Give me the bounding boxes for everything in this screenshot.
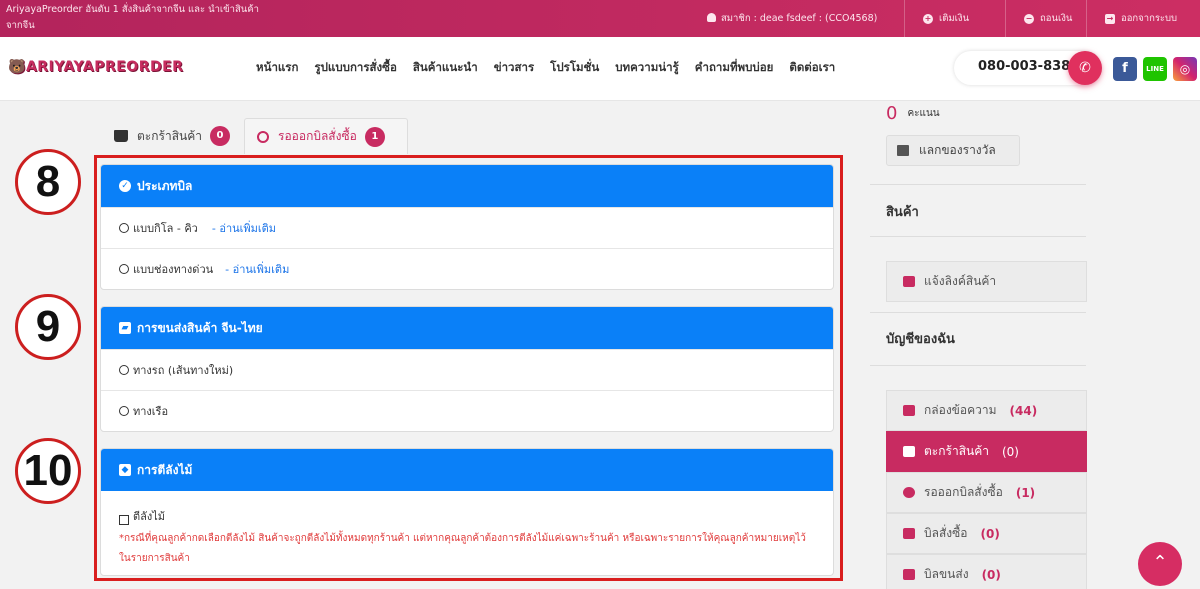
sidebar-item-count: (0)	[981, 567, 1001, 582]
main-navbar: 🐻ARIYAYAPREORDER หน้าแรก รูปแบบการสั่งซื…	[0, 37, 1200, 101]
notify-link-button[interactable]: แจ้งลิงค์สินค้า	[886, 261, 1087, 302]
menu-item-home[interactable]: หน้าแรก	[256, 59, 298, 77]
divider	[870, 184, 1086, 185]
sidebar-item-pending-bill[interactable]: รอออกบิลสั่งซื้อ (1)	[886, 472, 1087, 513]
plus-circle-icon: +	[923, 13, 933, 24]
sidebar-item-label: ตะกร้าสินค้า	[924, 444, 989, 458]
site-tagline: AriyayaPreorder อันดับ 1 สั่งสินค้าจากจี…	[6, 4, 259, 31]
sidebar-item-count: (44)	[1009, 403, 1038, 418]
paper-plane-icon	[903, 276, 915, 287]
file-icon	[903, 528, 915, 539]
site-logo[interactable]: 🐻ARIYAYAPREORDER	[8, 59, 183, 75]
account-title: บัญชีของฉัน	[886, 332, 955, 347]
cart-icon	[903, 446, 915, 457]
sidebar-item-label: กล่องข้อความ	[924, 403, 997, 417]
menu-item-contact[interactable]: ติดต่อเรา	[789, 59, 835, 77]
minus-circle-icon: −	[1024, 13, 1034, 24]
comments-icon	[903, 405, 915, 416]
menu-item-recommended[interactable]: สินค้าแนะนำ	[413, 59, 478, 77]
clock-icon	[903, 487, 915, 498]
user-icon	[707, 13, 716, 22]
points-display: 0 คะแนน	[886, 103, 940, 124]
top-bar: AriyayaPreorder อันดับ 1 สั่งสินค้าจากจี…	[0, 0, 1200, 37]
cart-count-badge: 0	[209, 126, 230, 146]
withdraw-button[interactable]: − ถอนเงิน	[1005, 0, 1086, 37]
step-marker-9: 9	[15, 294, 81, 360]
deposit-button[interactable]: + เติมเงิน	[904, 0, 1005, 37]
gift-icon	[897, 145, 909, 156]
tab-cart[interactable]: ตะกร้าสินค้า 0	[114, 118, 230, 154]
sidebar-item-label: รอออกบิลสั่งซื้อ	[924, 485, 1003, 499]
menu-item-articles[interactable]: บทความน่ารู้	[615, 59, 679, 77]
logout-button[interactable]: → ออกจากระบบ	[1086, 0, 1200, 37]
divider	[870, 236, 1086, 237]
divider	[870, 312, 1086, 313]
step-marker-10: 10	[15, 438, 81, 504]
sidebar-item-purchase-bill[interactable]: บิลสั่งซื้อ (0)	[886, 513, 1087, 554]
redeem-label: แลกของรางวัล	[919, 143, 996, 157]
highlight-frame	[94, 155, 843, 581]
notify-link-label: แจ้งลิงค์สินค้า	[924, 274, 997, 288]
facebook-icon[interactable]: f	[1113, 57, 1137, 81]
menu-item-order-types[interactable]: รูปแบบการสั่งซื้อ	[314, 59, 396, 77]
sidebar-item-count: (0)	[1001, 444, 1019, 459]
deposit-label: เติมเงิน	[939, 13, 970, 24]
member-info: สมาชิก : deae fsdeef : (CCO4568)	[707, 11, 877, 26]
sidebar-item-shipping-bill[interactable]: บิลขนส่ง (0)	[886, 554, 1087, 589]
points-label: คะแนน	[907, 108, 940, 119]
phone-icon[interactable]: ✆	[1068, 51, 1102, 85]
pending-count-badge: 1	[364, 126, 385, 147]
clock-icon	[257, 130, 269, 143]
tab-pending-label: รอออกบิลสั่งซื้อ	[278, 129, 357, 143]
cart-icon	[114, 130, 128, 142]
instagram-icon[interactable]: ◎	[1173, 57, 1197, 81]
tab-pending-bill[interactable]: รอออกบิลสั่งซื้อ 1	[244, 118, 408, 154]
sidebar-item-label: บิลขนส่ง	[924, 567, 969, 581]
sidebar-item-count: (1)	[1015, 485, 1036, 500]
sidebar-item-count: (0)	[980, 526, 1000, 541]
products-title: สินค้า	[886, 205, 919, 220]
divider	[870, 365, 1086, 366]
sidebar-item-label: บิลสั่งซื้อ	[924, 526, 968, 540]
withdraw-label: ถอนเงิน	[1040, 13, 1073, 24]
logo-text: ARIYAYAPREORDER	[25, 59, 184, 75]
tab-cart-label: ตะกร้าสินค้า	[137, 128, 202, 143]
member-text: สมาชิก : deae fsdeef : (CCO4568)	[721, 13, 878, 24]
sidebar-item-inbox[interactable]: กล่องข้อความ (44)	[886, 390, 1087, 431]
line-icon[interactable]: LINE	[1143, 57, 1167, 81]
menu-item-news[interactable]: ข่าวสาร	[494, 59, 534, 77]
sidebar-item-cart[interactable]: ตะกร้าสินค้า (0)	[886, 431, 1087, 472]
logout-icon: →	[1105, 13, 1115, 24]
truck-icon	[903, 569, 915, 580]
redeem-button[interactable]: แลกของรางวัล	[886, 135, 1020, 166]
chevron-up-icon: ⌃	[1152, 552, 1168, 573]
menu-item-promotions[interactable]: โปรโมชั่น	[550, 59, 599, 77]
main-menu: หน้าแรก รูปแบบการสั่งซื้อ สินค้าแนะนำ ข่…	[256, 59, 835, 77]
step-marker-8: 8	[15, 149, 81, 215]
logout-label: ออกจากระบบ	[1121, 13, 1178, 24]
points-value: 0	[886, 103, 898, 124]
menu-item-faq[interactable]: คำถามที่พบบ่อย	[695, 59, 774, 77]
scroll-to-top-button[interactable]: ⌃	[1138, 542, 1182, 586]
